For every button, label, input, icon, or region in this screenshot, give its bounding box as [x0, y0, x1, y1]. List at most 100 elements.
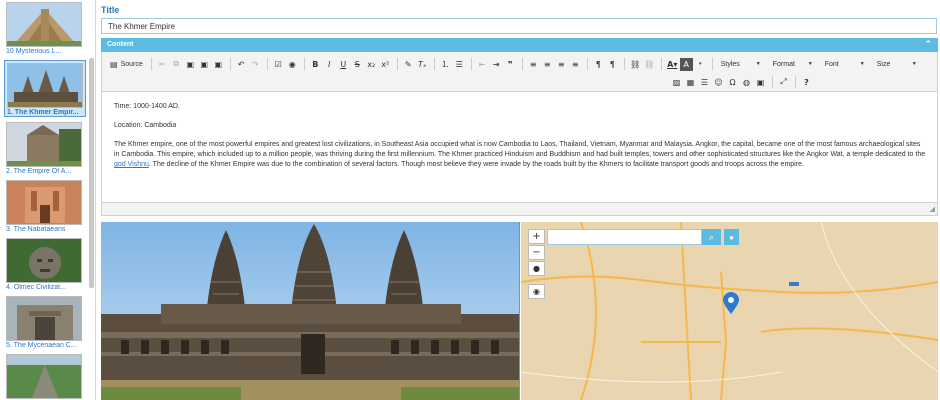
font-label: Font [824, 60, 839, 68]
toolbar-separator [521, 58, 523, 70]
vishnu-link[interactable]: god Vishnu [114, 161, 149, 168]
image-icon[interactable]: ▨ [670, 76, 683, 89]
slide-item[interactable]: 3. The Nabataeans [4, 180, 86, 233]
slide-item[interactable]: 10 Mysterious L... [4, 2, 86, 55]
body-text-2: . The decline of the Khmer Empire was du… [148, 161, 804, 168]
align-center-icon[interactable]: ≡ [541, 58, 554, 71]
toolbar-separator [150, 58, 152, 70]
cut-icon[interactable]: ✂ [156, 58, 169, 71]
maximize-icon[interactable]: ⤢ [777, 76, 790, 89]
editor-panel: Title Content ⌃ ▤ Source ✂ ⧉ ▣ ▣ ▣ ↶ ↷ ☑… [101, 0, 938, 400]
toolbar-separator [266, 58, 268, 70]
format-dropdown[interactable]: Format ▼ [769, 58, 817, 71]
source-button[interactable]: ▤ Source [107, 58, 146, 71]
subscript-icon[interactable]: x₂ [365, 58, 378, 71]
toolbar-row-1: ▤ Source ✂ ⧉ ▣ ▣ ▣ ↶ ↷ ☑ ◉ B I U S x₂ x²… [107, 56, 925, 72]
underline-icon[interactable]: U [337, 58, 350, 71]
locate-button[interactable]: ◉ [528, 284, 545, 299]
slide-thumbnail [7, 63, 83, 108]
align-left-icon[interactable]: ≡ [527, 58, 540, 71]
horizontal-rule-icon[interactable]: ☰ [698, 76, 711, 89]
slide-caption: 2. The Empire Of A... [6, 168, 72, 175]
chevron-down-icon: ▼ [755, 61, 761, 67]
rtl-icon[interactable]: ¶ [606, 58, 619, 71]
align-justify-icon[interactable]: ≡ [569, 58, 582, 71]
youtube-icon[interactable]: ▣ [754, 76, 767, 89]
slide-item[interactable] [4, 354, 86, 400]
angkor-wat-photo [101, 222, 520, 400]
iframe-icon[interactable]: ◍ [740, 76, 753, 89]
sidebar-scrollbar[interactable] [89, 58, 94, 288]
slide-item[interactable]: 4. Olmec Civilizat... [4, 238, 86, 291]
remove-format-icon[interactable]: Tₓ [416, 58, 429, 71]
map-pin-button[interactable]: ● [724, 229, 739, 245]
toolbar-separator [772, 76, 773, 88]
minus-icon: − [532, 247, 541, 258]
copy-icon[interactable]: ⧉ [170, 58, 183, 71]
slide-caption: 4. Olmec Civilizat... [6, 284, 66, 291]
toolbar-separator [229, 58, 231, 70]
indent-icon[interactable]: ⇥ [490, 58, 503, 71]
smiley-icon[interactable]: ☺ [712, 76, 725, 89]
copy-format-icon[interactable]: ✎ [402, 58, 415, 71]
layers-button[interactable]: ● [528, 261, 545, 276]
location-marker-icon[interactable] [723, 292, 739, 314]
font-dropdown[interactable]: Font ▼ [821, 58, 869, 71]
map-search-button[interactable]: ⌕ [702, 229, 721, 245]
slide-thumbnail [6, 238, 82, 283]
editor-status-bar: ◢ [101, 202, 938, 216]
source-label: Source [120, 60, 143, 68]
title-label: Title [101, 5, 120, 15]
paste-word-icon[interactable]: ▣ [212, 58, 225, 71]
help-icon[interactable]: ? [800, 76, 813, 89]
content-section-header[interactable]: Content ⌃ [101, 38, 938, 52]
slide-item[interactable]: 2. The Empire Of A... [4, 122, 86, 175]
target-icon: ◉ [533, 287, 540, 296]
paste-icon[interactable]: ▣ [184, 58, 197, 71]
slide-caption: 5. The Mycenaean C... [6, 342, 77, 349]
undo-icon[interactable]: ↶ [235, 58, 248, 71]
chevron-up-icon[interactable]: ⌃ [924, 39, 932, 50]
map-search-input[interactable] [547, 229, 702, 245]
zoom-out-button[interactable]: − [528, 245, 545, 260]
radio-icon[interactable]: ◉ [286, 58, 299, 71]
background-color-icon[interactable]: A [679, 57, 693, 71]
resize-handle-icon[interactable]: ◢ [930, 205, 935, 213]
paste-text-icon[interactable]: ▣ [198, 58, 211, 71]
title-input[interactable] [101, 18, 937, 34]
link-icon[interactable]: ⛓ [629, 58, 642, 71]
table-icon[interactable]: ▦ [684, 76, 697, 89]
zoom-in-button[interactable]: + [528, 229, 545, 244]
checkbox-icon[interactable]: ☑ [272, 58, 285, 71]
superscript-icon[interactable]: x² [379, 58, 392, 71]
blockquote-icon[interactable]: ❞ [504, 58, 517, 71]
slide-item-active[interactable]: 1. The Khmer Empir... [4, 60, 86, 117]
slide-item[interactable]: 5. The Mycenaean C... [4, 296, 86, 349]
outdent-icon[interactable]: ⇤ [476, 58, 489, 71]
italic-icon[interactable]: I [323, 58, 336, 71]
ltr-icon[interactable]: ¶ [592, 58, 605, 71]
text-color-icon[interactable]: A▾ [666, 58, 679, 71]
align-right-icon[interactable]: ≡ [555, 58, 568, 71]
special-char-icon[interactable]: Ω [726, 76, 739, 89]
unlink-icon[interactable]: ⛓ [643, 58, 656, 71]
source-icon: ▤ [110, 59, 118, 69]
bulleted-list-icon[interactable]: ☰ [453, 58, 466, 71]
toolbar-separator [623, 58, 625, 70]
strikethrough-icon[interactable]: S [351, 58, 364, 71]
content-label: Content [107, 41, 134, 48]
slide-caption: 1. The Khmer Empir... [7, 109, 79, 116]
slide-thumbnail [6, 354, 82, 399]
format-label: Format [772, 60, 795, 68]
numbered-list-icon[interactable]: ⒈ [439, 58, 452, 71]
toolbar-separator [711, 58, 713, 70]
chevron-down-icon: ▼ [807, 61, 813, 67]
toolbar-separator [660, 58, 662, 70]
bold-icon[interactable]: B [309, 58, 322, 71]
styles-dropdown[interactable]: Styles ▼ [717, 58, 765, 71]
size-dropdown[interactable]: Size ▼ [873, 58, 921, 71]
rich-text-editor[interactable]: Time: 1000-1400 AD. Location: Cambodia T… [101, 92, 938, 202]
location-map[interactable]: + − ● ◉ ⌕ ● [521, 222, 938, 400]
redo-icon[interactable]: ↷ [249, 58, 262, 71]
editor-toolbar: ▤ Source ✂ ⧉ ▣ ▣ ▣ ↶ ↷ ☑ ◉ B I U S x₂ x²… [101, 52, 938, 92]
